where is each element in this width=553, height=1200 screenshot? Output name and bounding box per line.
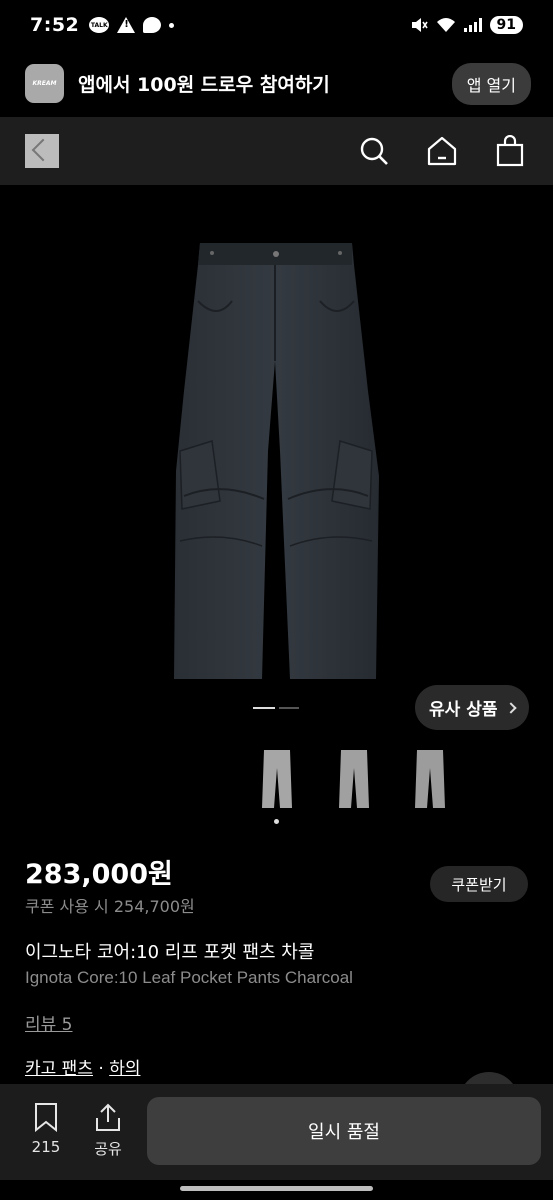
top-navigation (0, 117, 553, 185)
home-indicator (180, 1186, 373, 1191)
kakaotalk-icon: TALK (89, 17, 110, 33)
share-button[interactable]: 공유 (86, 1102, 130, 1159)
product-price: 283,000원 (25, 859, 173, 890)
indicator-active (253, 707, 275, 709)
wifi-icon (436, 18, 455, 32)
app-banner[interactable]: KREAM 앱에서 100원 드로우 참여하기 앱 열기 (0, 50, 553, 117)
more-notifications-icon (169, 22, 175, 28)
thumbnail-3[interactable] (414, 748, 446, 810)
similar-products-label: 유사 상품 (429, 700, 498, 720)
warning-icon (117, 17, 136, 33)
system-icons: 91 (410, 16, 523, 34)
message-icon (143, 17, 162, 33)
sold-out-button[interactable]: 일시 품절 (147, 1097, 541, 1165)
product-name-korean: 이그노타 코어:10 리프 포켓 팬츠 차콜 (25, 942, 315, 963)
app-logo: KREAM (25, 64, 64, 103)
review-link[interactable]: 리뷰 5 (25, 1010, 73, 1035)
notification-icons: TALK (89, 17, 175, 33)
share-icon (96, 1103, 120, 1131)
category-separator: · (92, 1059, 110, 1079)
back-button[interactable] (25, 134, 59, 168)
status-bar: 7:52 TALK 91 (0, 0, 553, 50)
category-bottoms-link[interactable]: 하의 (109, 1059, 140, 1079)
product-image-gallery[interactable]: 유사 상품 (0, 185, 553, 740)
image-page-indicator (253, 707, 299, 710)
open-app-button[interactable]: 앱 열기 (451, 62, 531, 105)
bottom-action-bar: 215 공유 일시 품절 (0, 1084, 553, 1180)
signal-icon (463, 18, 482, 32)
coupon-price: 쿠폰 사용 시 254,700원 (25, 897, 195, 916)
clock: 7:52 (30, 14, 80, 36)
banner-text[interactable]: 앱에서 100원 드로우 참여하기 (78, 70, 330, 97)
home-icon[interactable] (426, 135, 458, 167)
share-label: 공유 (94, 1140, 122, 1158)
product-name-english: Ignota Core:10 Leaf Pocket Pants Charcoa… (25, 968, 353, 987)
thumbnail-2[interactable] (338, 748, 370, 810)
indicator-inactive (279, 707, 299, 709)
battery-indicator: 91 (489, 16, 523, 34)
category-breadcrumb: 카고 팬츠 · 하의 (25, 1054, 140, 1079)
search-icon[interactable] (358, 135, 390, 167)
shopping-bag-icon[interactable] (494, 135, 526, 167)
thumbnail-1[interactable] (261, 748, 293, 810)
chevron-right-icon (505, 701, 518, 714)
product-image-pants (174, 243, 379, 679)
bookmark-button[interactable]: 215 (24, 1102, 68, 1156)
mute-icon (411, 18, 428, 32)
bookmark-count: 215 (31, 1138, 61, 1156)
get-coupon-button[interactable]: 쿠폰받기 (430, 866, 528, 902)
thumbnail-strip (0, 748, 553, 824)
category-cargo-pants-link[interactable]: 카고 팬츠 (25, 1059, 93, 1079)
similar-products-button[interactable]: 유사 상품 (415, 685, 530, 730)
thumbnail-selected-dot (274, 819, 279, 824)
bookmark-icon (35, 1103, 57, 1132)
